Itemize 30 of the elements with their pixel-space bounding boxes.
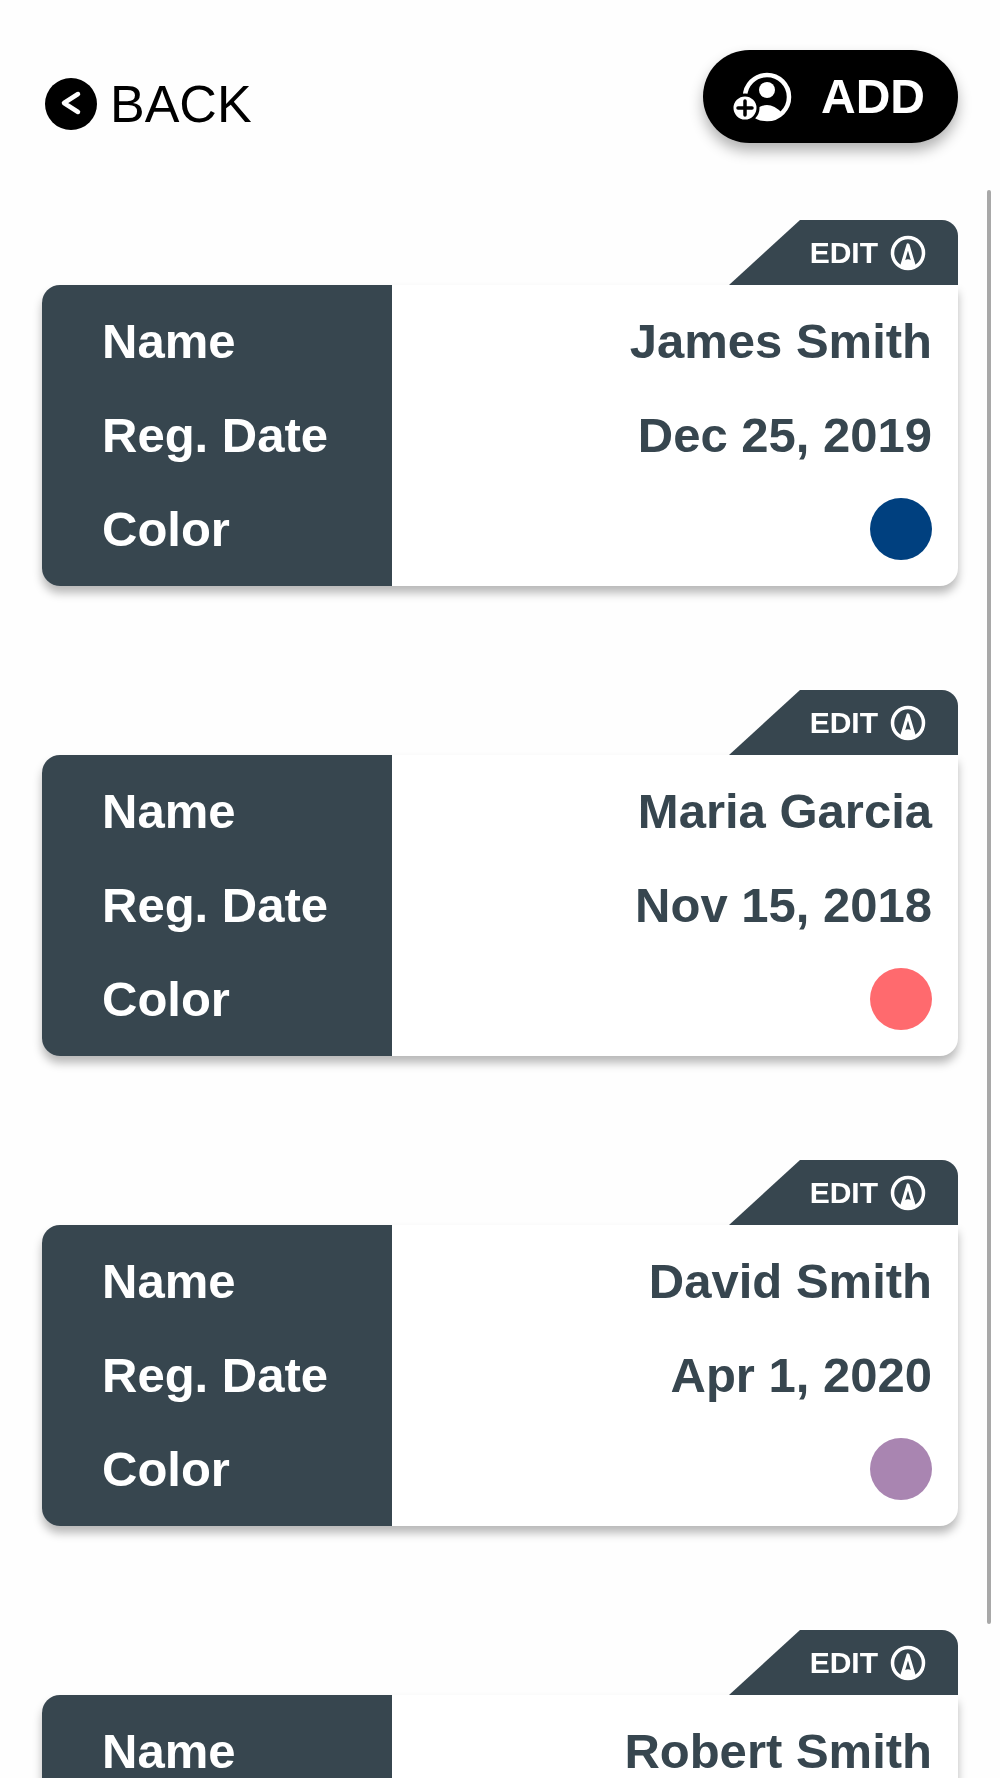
scrollbar[interactable] (987, 190, 991, 1624)
add-user-button[interactable]: ADD (703, 50, 958, 143)
field-value: David Smith (648, 1256, 932, 1306)
back-button[interactable]: BACK (45, 76, 252, 132)
field-value: Robert Smith (624, 1726, 932, 1776)
field-label: Color (102, 974, 230, 1024)
field-label: Reg. Date (102, 880, 328, 930)
add-user-icon (730, 70, 792, 123)
pencil-circle-icon (890, 1174, 926, 1211)
edit-button[interactable]: EDIT (729, 690, 958, 755)
pencil-circle-icon (890, 1644, 926, 1681)
field-value: Nov 15, 2018 (635, 880, 932, 930)
field-label: Color (102, 1444, 230, 1494)
field-label: Color (102, 504, 230, 554)
field-label: Name (102, 1726, 236, 1776)
field-value: James Smith (629, 316, 932, 366)
back-icon (45, 78, 97, 130)
field-label: Reg. Date (102, 410, 328, 460)
edit-button[interactable]: EDIT (729, 1160, 958, 1225)
pencil-circle-icon (890, 234, 926, 271)
pencil-circle-icon (890, 704, 926, 741)
field-label: Name (102, 316, 236, 366)
edit-button[interactable]: EDIT (729, 220, 958, 285)
edit-button[interactable]: EDIT (729, 1630, 958, 1695)
field-value: Dec 25, 2019 (637, 410, 932, 460)
field-label: Name (102, 786, 236, 836)
field-label: Name (102, 1256, 236, 1306)
field-label: Reg. Date (102, 1350, 328, 1400)
field-value: Apr 1, 2020 (670, 1350, 932, 1400)
field-value: Maria Garcia (637, 786, 932, 836)
